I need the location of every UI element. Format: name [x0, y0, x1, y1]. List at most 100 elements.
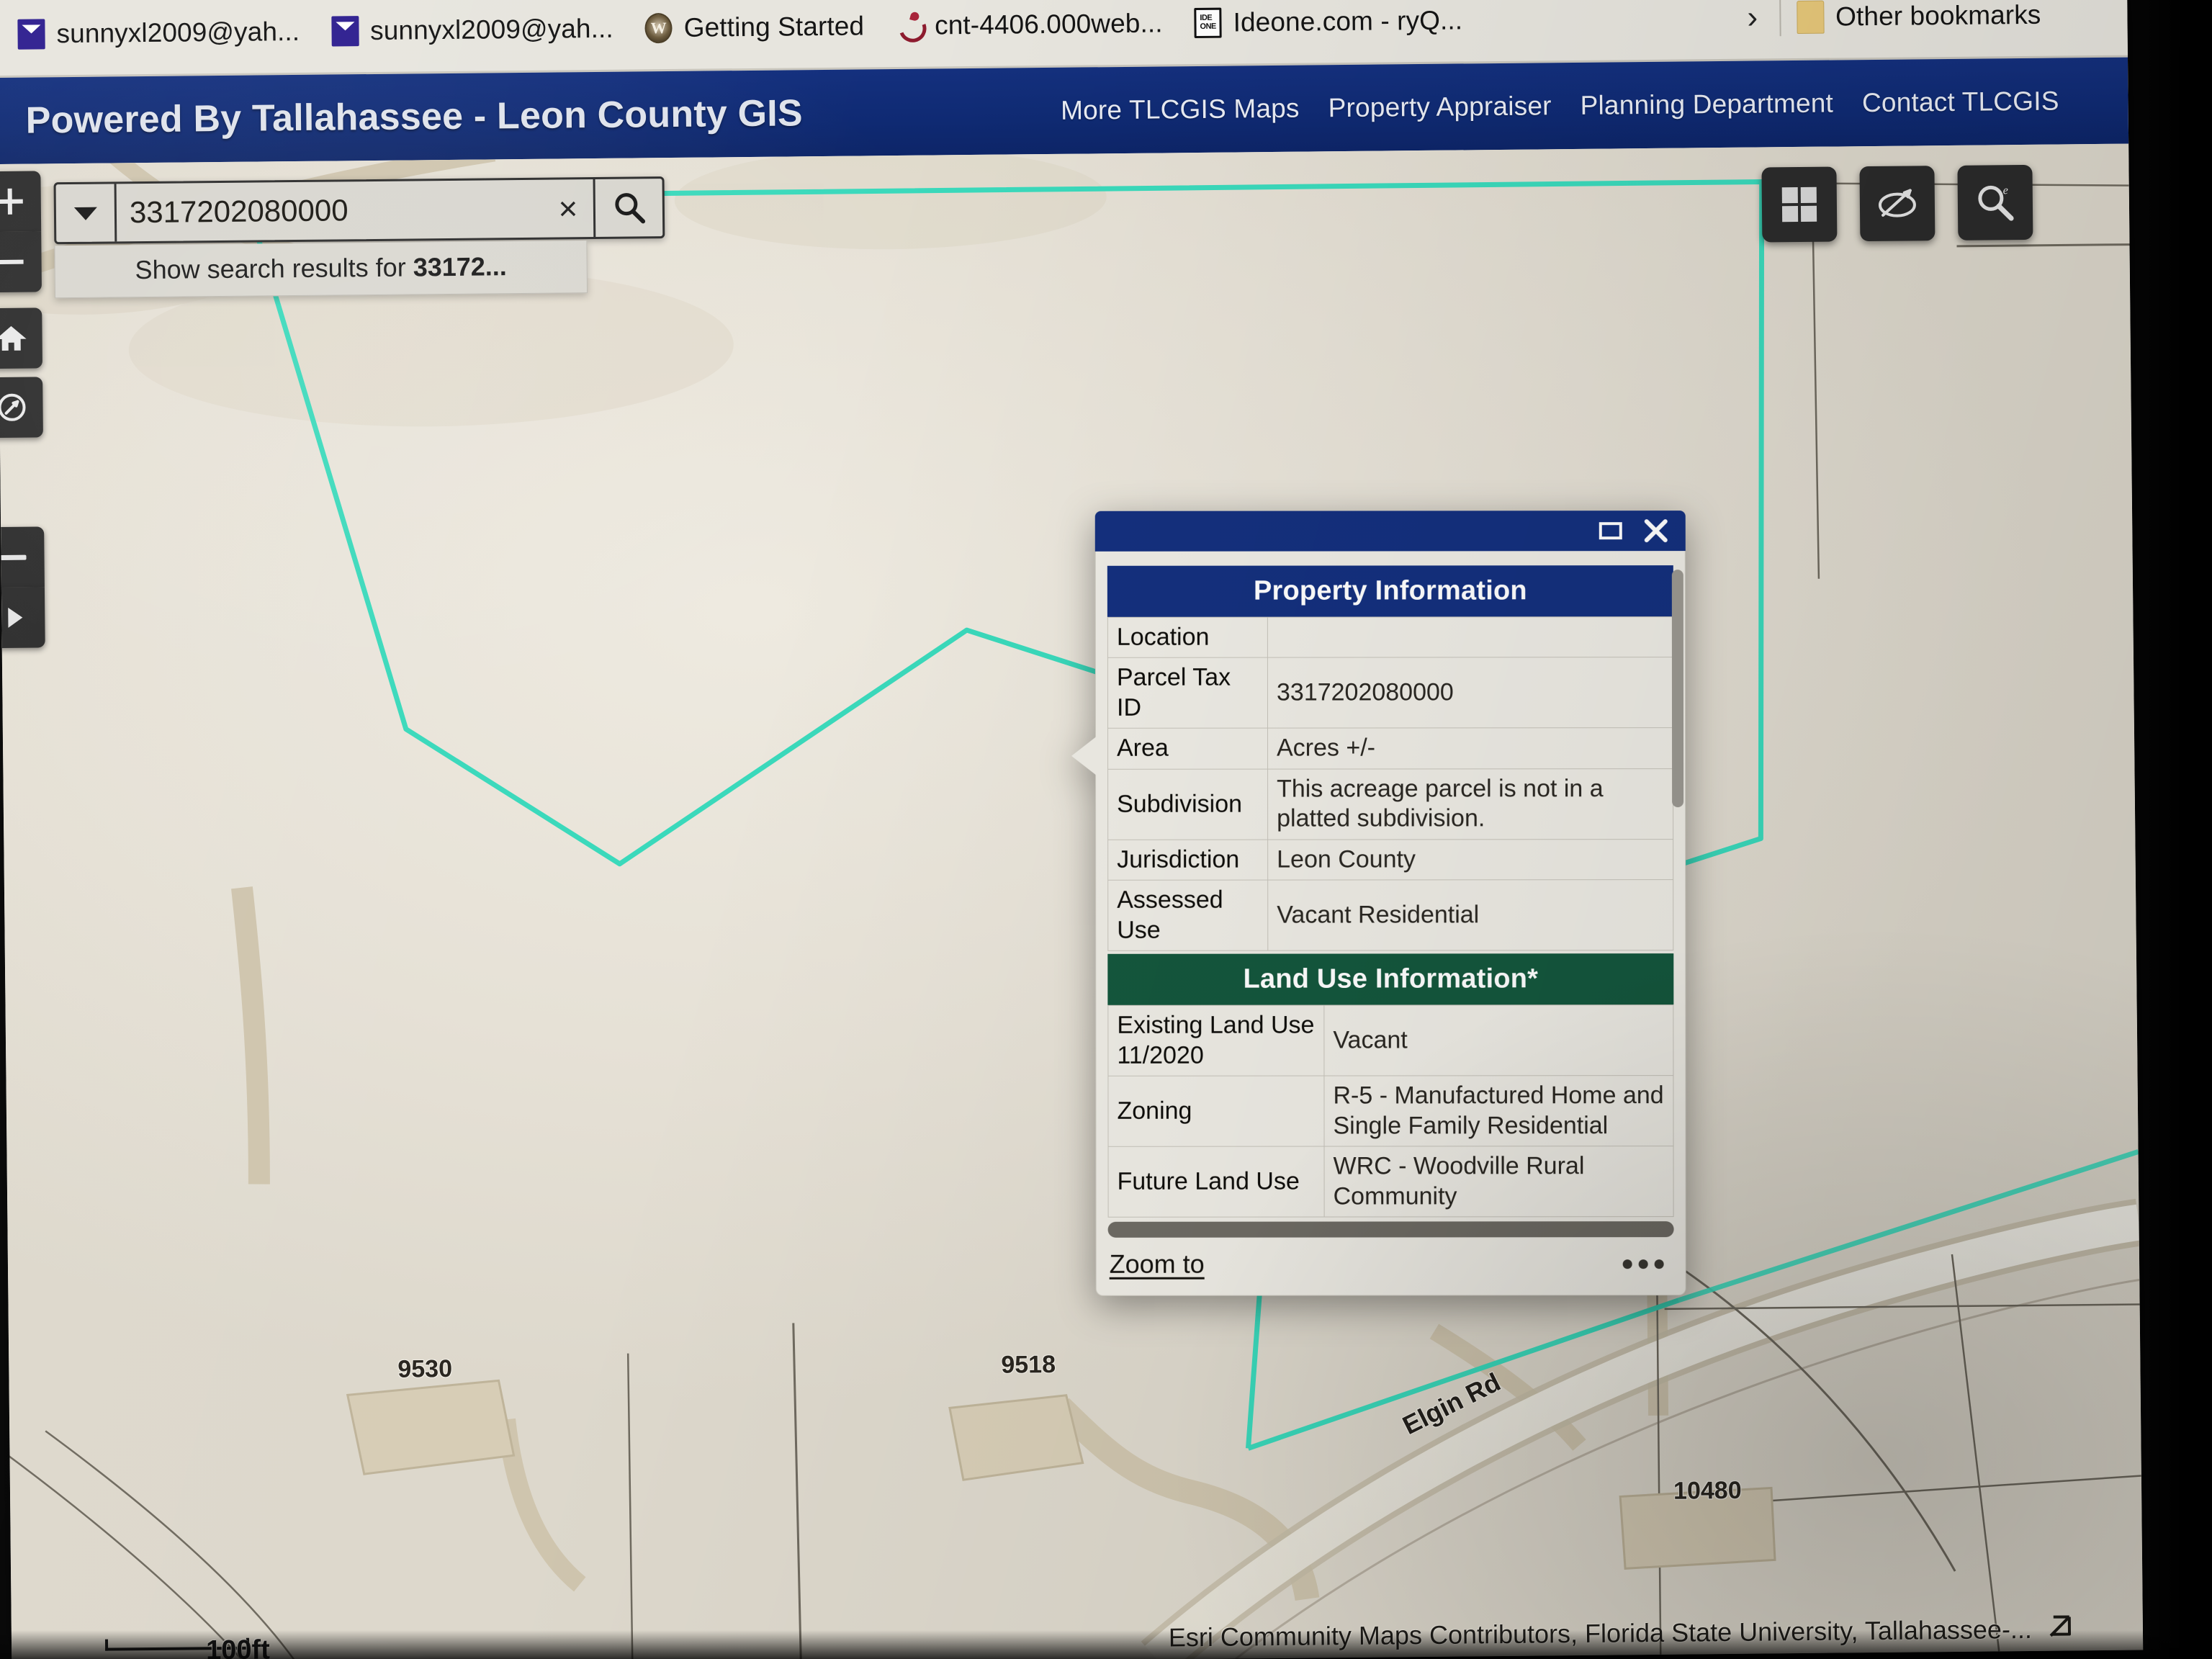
search-layers-button[interactable]: e	[1957, 165, 2033, 240]
row-key: Existing Land Use 11/2020	[1108, 1005, 1324, 1076]
table-row: Existing Land Use 11/2020 Vacant	[1108, 1005, 1673, 1076]
row-value	[1267, 617, 1673, 658]
table-row: Subdivision This acreage parcel is not i…	[1108, 768, 1673, 840]
row-key: Assessed Use	[1108, 880, 1268, 950]
pan-right-button[interactable]	[0, 587, 45, 648]
basemap-gallery-button[interactable]	[1761, 166, 1837, 242]
search-input[interactable]	[117, 180, 544, 242]
other-bookmarks-label: Other bookmarks	[1835, 0, 2041, 32]
home-button[interactable]	[0, 307, 42, 369]
row-key: Area	[1108, 729, 1268, 770]
table-row: Location	[1107, 617, 1673, 658]
attribution-text: Esri Community Maps Contributors, Florid…	[1169, 1614, 2032, 1653]
browser-window: sunnyxl2009@yah... sunnyxl2009@yah... Ge…	[0, 0, 2143, 1659]
table-row: Jurisdiction Leon County	[1108, 839, 1673, 880]
row-value: This acreage parcel is not in a platted …	[1268, 768, 1673, 839]
map-tool-rail-left	[0, 171, 45, 664]
ideone-icon: IDEONE	[1194, 7, 1221, 37]
bookmark-item[interactable]: sunnyxl2009@yah...	[1, 16, 315, 49]
pan-up-button[interactable]	[0, 526, 45, 588]
table-row: Future Land Use WRC - Woodville Rural Co…	[1108, 1146, 1673, 1218]
bookmark-label: cnt-4406.000web...	[935, 8, 1163, 40]
bookmarks-overflow-chevron-icon[interactable]: ›	[1722, 0, 1779, 35]
bookmark-item[interactable]: IDEONE Ideone.com - ryQ...	[1178, 5, 1478, 38]
search-bar: ×	[54, 176, 665, 244]
row-key: Future Land Use	[1108, 1146, 1324, 1217]
row-key: Location	[1107, 617, 1267, 658]
popup-pointer	[1071, 736, 1097, 776]
other-bookmarks-button[interactable]: Other bookmarks	[1781, 0, 2128, 34]
popup-vertical-scrollbar[interactable]	[1672, 570, 1683, 807]
zoom-out-button[interactable]	[0, 231, 42, 292]
search-submit-button[interactable]	[593, 179, 663, 237]
map-canvas[interactable]: 9530 9518 10480 Elgin Rd	[0, 144, 2143, 1659]
row-value: Vacant Residential	[1268, 880, 1673, 950]
map-scale-bar: 100ft	[105, 1638, 249, 1651]
property-information-header: Property Information	[1107, 565, 1673, 617]
table-row: Zoning R-5 - Manufactured Home and Singl…	[1108, 1076, 1673, 1147]
locate-compass-icon[interactable]	[0, 377, 43, 438]
parcel-label-9518: 9518	[1001, 1351, 1056, 1380]
table-row: Area Acres +/-	[1108, 728, 1673, 769]
row-value: R-5 - Manufactured Home and Single Famil…	[1324, 1076, 1673, 1146]
scale-bar-label: 100ft	[206, 1635, 270, 1659]
popup-more-menu-icon[interactable]	[1623, 1259, 1664, 1269]
row-value: Leon County	[1268, 839, 1673, 880]
mail-icon	[331, 16, 359, 46]
bookmark-item[interactable]: Getting Started	[629, 11, 881, 43]
property-information-table: Location Parcel Tax ID 3317202080000 Are…	[1107, 616, 1673, 951]
zoom-to-link[interactable]: Zoom to	[1110, 1249, 1205, 1280]
search-source-dropdown-button[interactable]	[56, 184, 117, 242]
popup-horizontal-scrollbar[interactable]	[1108, 1221, 1674, 1238]
land-use-information-table: Existing Land Use 11/2020 Vacant Zoning …	[1107, 1004, 1673, 1217]
bookmark-label: sunnyxl2009@yah...	[370, 13, 613, 45]
row-value: Acres +/-	[1268, 728, 1673, 769]
seal-icon	[645, 12, 673, 42]
parcel-label-9530: 9530	[397, 1355, 452, 1384]
suggestion-term: 33172...	[413, 251, 508, 282]
nav-link-planning-department[interactable]: Planning Department	[1580, 89, 1833, 121]
svg-text:e: e	[2003, 184, 2008, 197]
screen-photo: sunnyxl2009@yah... sunnyxl2009@yah... Ge…	[0, 0, 2212, 1659]
parcel-label-10480: 10480	[1673, 1477, 1742, 1506]
map-graphics	[0, 144, 2143, 1659]
popup-body: Property Information Location Parcel Tax…	[1095, 551, 1686, 1218]
bookmark-item[interactable]: cnt-4406.000web...	[880, 8, 1179, 41]
search-widget: × Show search results for 33172...	[54, 176, 666, 298]
page-title: Powered By Tallahassee - Leon County GIS	[25, 91, 803, 142]
mail-icon	[17, 19, 45, 49]
measure-button[interactable]	[1859, 166, 1935, 241]
row-value: 3317202080000	[1267, 657, 1673, 728]
row-key: Subdivision	[1108, 769, 1268, 840]
map-tool-group-right: e	[1761, 165, 2033, 243]
expand-attribution-icon[interactable]	[2045, 1611, 2074, 1646]
row-value: Vacant	[1324, 1005, 1673, 1076]
search-suggestion-item[interactable]: Show search results for 33172...	[54, 240, 588, 298]
row-key: Jurisdiction	[1108, 840, 1268, 881]
row-value: WRC - Woodville Rural Community	[1324, 1146, 1673, 1217]
popup-title-bar	[1095, 511, 1686, 552]
nav-link-more-tlcgis-maps[interactable]: More TLCGIS Maps	[1061, 94, 1300, 126]
header-nav: More TLCGIS Maps Property Appraiser Plan…	[1061, 86, 2059, 126]
table-row: Parcel Tax ID 3317202080000	[1107, 657, 1673, 729]
bookmark-label: Ideone.com - ryQ...	[1233, 5, 1462, 37]
zoom-in-button[interactable]	[0, 171, 41, 232]
maximize-icon[interactable]	[1598, 520, 1624, 541]
bookmark-label: Getting Started	[684, 11, 865, 42]
table-row: Assessed Use Vacant Residential	[1108, 880, 1673, 951]
land-use-information-header: Land Use Information*	[1107, 953, 1673, 1005]
photo-right-bezel	[2143, 0, 2212, 1659]
popup-footer: Zoom to	[1096, 1237, 1686, 1296]
popup-scroll-area: Property Information Location Parcel Tax…	[1107, 565, 1674, 1218]
suggestion-prefix: Show search results for	[135, 252, 413, 284]
bookmark-label: sunnyxl2009@yah...	[56, 16, 300, 48]
nav-link-contact-tlcgis[interactable]: Contact TLCGIS	[1862, 86, 2059, 119]
clear-search-icon[interactable]: ×	[543, 179, 594, 238]
row-key: Zoning	[1108, 1076, 1324, 1146]
close-icon[interactable]	[1642, 517, 1670, 544]
row-key: Parcel Tax ID	[1107, 658, 1267, 729]
bookmark-item[interactable]: sunnyxl2009@yah...	[315, 13, 629, 46]
feature-popup: Property Information Location Parcel Tax…	[1095, 511, 1686, 1296]
nav-link-property-appraiser[interactable]: Property Appraiser	[1328, 91, 1551, 123]
folder-icon	[1797, 0, 1824, 33]
